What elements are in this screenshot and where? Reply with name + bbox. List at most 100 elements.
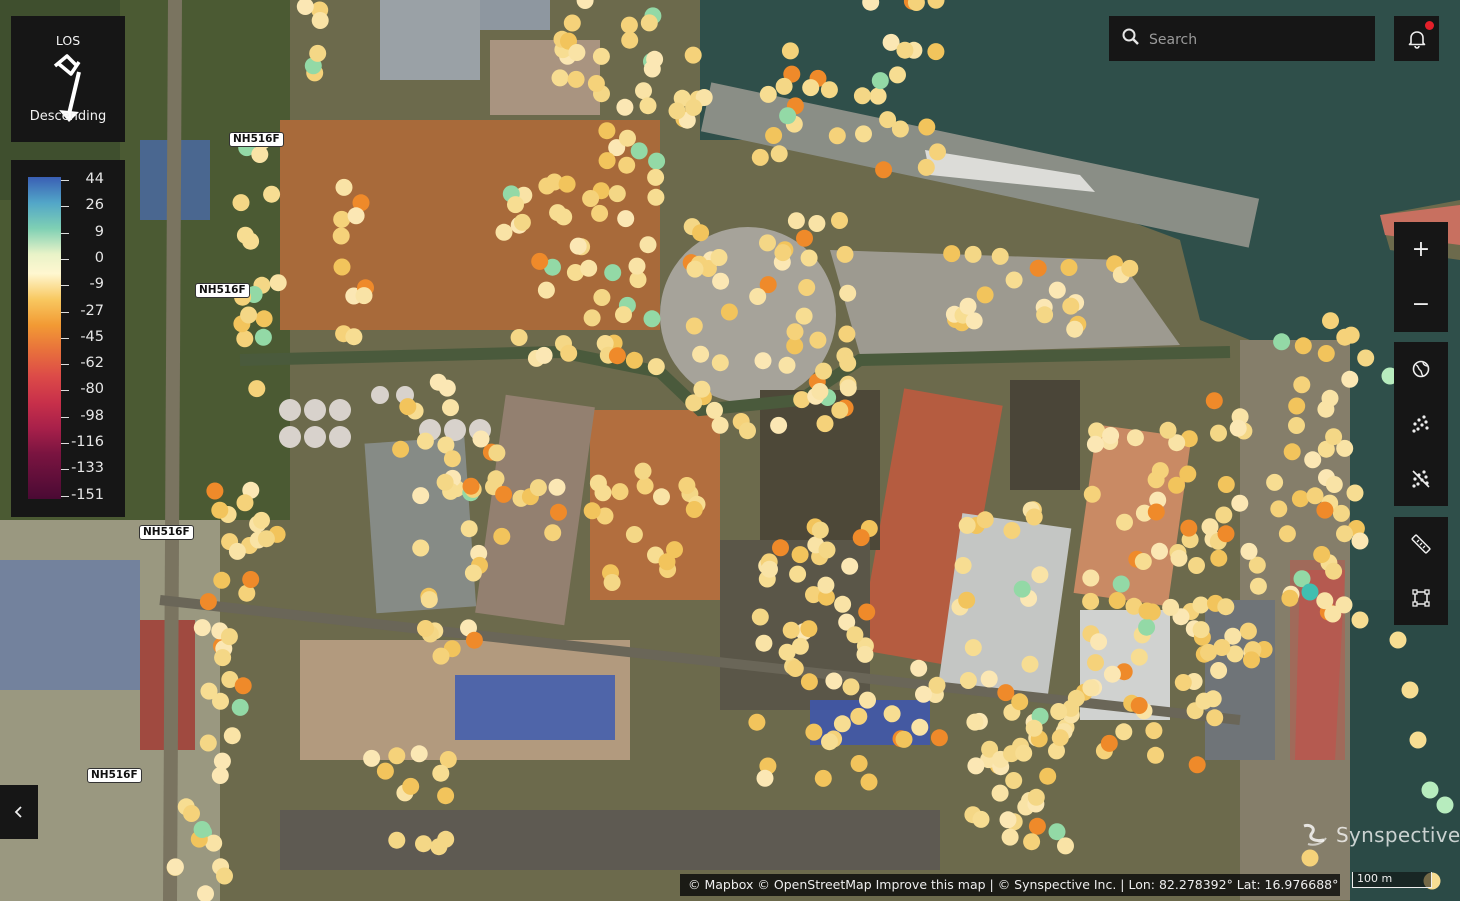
deformation-point[interactable]: [1266, 473, 1284, 491]
deformation-point[interactable]: [639, 97, 657, 115]
deformation-point[interactable]: [507, 196, 524, 214]
deformation-point[interactable]: [567, 70, 585, 88]
deformation-point[interactable]: [828, 127, 846, 145]
deformation-point[interactable]: [376, 762, 394, 780]
deformation-point[interactable]: [800, 673, 818, 691]
deformation-point[interactable]: [782, 621, 800, 639]
deformation-point[interactable]: [625, 351, 643, 369]
deformation-point[interactable]: [1229, 419, 1247, 437]
deformation-point[interactable]: [621, 31, 639, 49]
search-input[interactable]: [1147, 16, 1371, 63]
deformation-point[interactable]: [1039, 767, 1057, 785]
deformation-point[interactable]: [1357, 349, 1375, 367]
deformation-point[interactable]: [839, 379, 857, 397]
deformation-point[interactable]: [748, 713, 766, 731]
deformation-point[interactable]: [1206, 709, 1224, 727]
deformation-point[interactable]: [616, 98, 634, 116]
deformation-point[interactable]: [1051, 729, 1069, 747]
deformation-point[interactable]: [756, 769, 774, 787]
deformation-point[interactable]: [1217, 476, 1235, 493]
deformation-point[interactable]: [1188, 756, 1206, 774]
deformation-point[interactable]: [692, 345, 710, 363]
deformation-point[interactable]: [796, 229, 813, 247]
deformation-point[interactable]: [911, 718, 929, 736]
collapse-panel-button[interactable]: [0, 785, 38, 839]
deformation-point[interactable]: [1231, 494, 1249, 512]
deformation-point[interactable]: [879, 111, 897, 129]
deformation-point[interactable]: [232, 194, 250, 212]
deformation-point[interactable]: [555, 208, 573, 226]
deformation-point[interactable]: [765, 127, 783, 144]
deformation-point[interactable]: [1126, 429, 1144, 447]
deformation-point[interactable]: [839, 354, 857, 372]
deformation-point[interactable]: [1067, 689, 1085, 707]
deformation-point[interactable]: [754, 352, 772, 370]
deformation-point[interactable]: [548, 478, 566, 496]
deformation-point[interactable]: [685, 99, 703, 116]
deformation-point[interactable]: [846, 626, 864, 644]
deformation-point[interactable]: [183, 805, 200, 822]
deformation-point[interactable]: [1304, 451, 1322, 469]
deformation-point[interactable]: [1174, 674, 1192, 691]
deformation-point[interactable]: [1205, 392, 1223, 410]
deformation-point[interactable]: [582, 190, 600, 207]
deformation-point[interactable]: [269, 274, 287, 292]
deformation-point[interactable]: [432, 764, 450, 782]
deformation-point[interactable]: [462, 477, 480, 495]
deformation-point[interactable]: [1027, 788, 1045, 806]
deformation-point[interactable]: [392, 440, 410, 458]
deformation-point[interactable]: [1192, 596, 1210, 614]
deformation-point[interactable]: [1048, 281, 1066, 299]
deformation-point[interactable]: [535, 346, 553, 364]
deformation-point[interactable]: [1321, 389, 1339, 407]
deformation-point[interactable]: [817, 576, 835, 594]
deformation-point[interactable]: [248, 380, 266, 398]
deformation-point[interactable]: [197, 885, 214, 901]
deformation-point[interactable]: [778, 643, 796, 661]
deformation-point[interactable]: [1062, 297, 1080, 315]
deformation-point[interactable]: [1138, 618, 1156, 636]
deformation-point[interactable]: [263, 185, 281, 203]
deformation-point[interactable]: [1401, 681, 1419, 699]
deformation-point[interactable]: [997, 684, 1015, 702]
deformation-point[interactable]: [720, 303, 738, 321]
deformation-point[interactable]: [608, 347, 626, 365]
deformation-point[interactable]: [821, 733, 838, 751]
deformation-point[interactable]: [1188, 557, 1205, 574]
satellite-map[interactable]: [0, 0, 1460, 901]
deformation-point[interactable]: [1210, 424, 1227, 442]
deformation-point[interactable]: [412, 487, 430, 505]
deformation-point[interactable]: [634, 462, 652, 480]
deformation-point[interactable]: [855, 125, 872, 143]
deformation-point[interactable]: [206, 482, 224, 500]
deformation-point[interactable]: [786, 660, 804, 677]
deformation-point[interactable]: [834, 595, 852, 613]
deformation-point[interactable]: [193, 821, 211, 838]
deformation-point[interactable]: [205, 834, 223, 852]
deformation-point[interactable]: [712, 272, 730, 290]
deformation-point[interactable]: [1389, 631, 1407, 649]
deformation-point[interactable]: [958, 591, 976, 609]
deformation-point[interactable]: [775, 77, 793, 95]
deformation-point[interactable]: [1341, 370, 1359, 388]
deformation-point[interactable]: [589, 474, 607, 492]
deformation-point[interactable]: [1351, 611, 1369, 629]
deformation-point[interactable]: [1087, 654, 1104, 672]
deformation-point[interactable]: [223, 727, 241, 745]
deformation-point[interactable]: [1116, 513, 1133, 531]
deformation-point[interactable]: [964, 245, 982, 263]
deformation-point[interactable]: [1291, 490, 1309, 508]
deformation-point[interactable]: [1066, 320, 1084, 338]
deformation-point[interactable]: [814, 769, 832, 787]
deformation-point[interactable]: [242, 571, 260, 588]
deformation-point[interactable]: [551, 69, 569, 87]
deformation-point[interactable]: [211, 501, 229, 519]
deformation-point[interactable]: [255, 310, 273, 328]
deformation-point[interactable]: [852, 529, 870, 547]
deformation-point[interactable]: [410, 745, 428, 763]
deformation-point[interactable]: [800, 620, 818, 638]
deformation-point[interactable]: [1204, 690, 1222, 708]
deformation-point[interactable]: [1249, 577, 1267, 595]
deformation-point[interactable]: [593, 289, 611, 306]
deformation-point[interactable]: [1421, 781, 1439, 799]
